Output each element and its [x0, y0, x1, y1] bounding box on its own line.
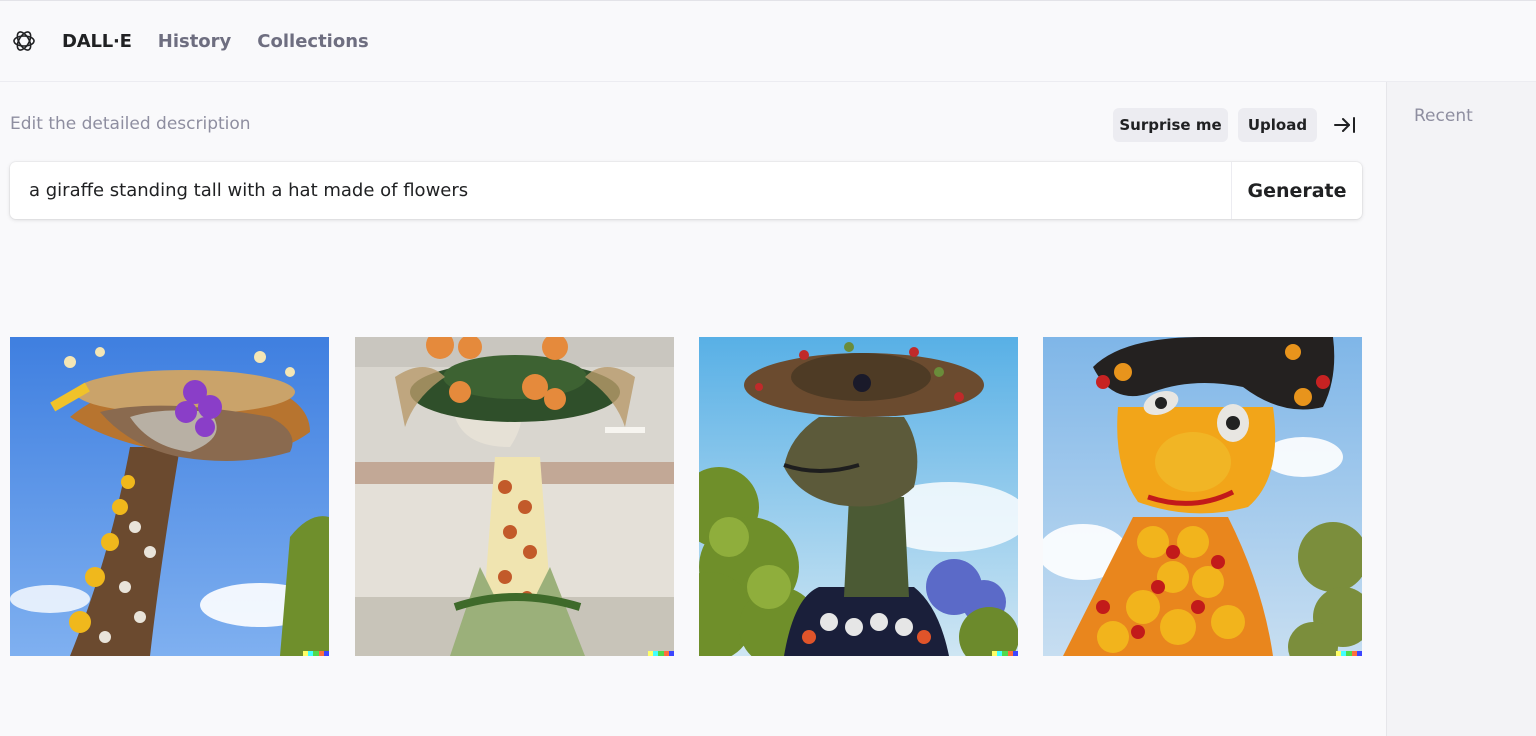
generate-button[interactable]: Generate: [1231, 162, 1362, 219]
results-grid: [10, 337, 1362, 656]
surprise-me-button[interactable]: Surprise me: [1113, 108, 1228, 142]
recent-sidebar: Recent: [1386, 82, 1536, 736]
nav-history[interactable]: History: [158, 31, 232, 52]
arrow-right-to-line-icon[interactable]: [1330, 112, 1360, 138]
prompt-caption: Edit the detailed description: [10, 114, 251, 134]
prompt-input[interactable]: [10, 162, 1231, 219]
dalle-signature: [648, 651, 674, 656]
main-area: Edit the detailed description Surprise m…: [0, 82, 1386, 736]
prompt-box: Generate: [10, 162, 1362, 219]
recent-title: Recent: [1414, 106, 1473, 126]
nav-collections[interactable]: Collections: [257, 31, 368, 52]
result-image-2[interactable]: [355, 337, 674, 656]
top-bar: DALL·E History Collections: [0, 0, 1536, 82]
brand-title[interactable]: DALL·E: [62, 31, 132, 52]
dalle-signature: [992, 651, 1018, 656]
dalle-signature: [303, 651, 329, 656]
dalle-signature: [1336, 651, 1362, 656]
upload-button[interactable]: Upload: [1238, 108, 1317, 142]
result-image-1[interactable]: [10, 337, 329, 656]
result-image-3[interactable]: [699, 337, 1018, 656]
openai-logo-icon[interactable]: [10, 27, 38, 55]
result-image-4[interactable]: [1043, 337, 1362, 656]
